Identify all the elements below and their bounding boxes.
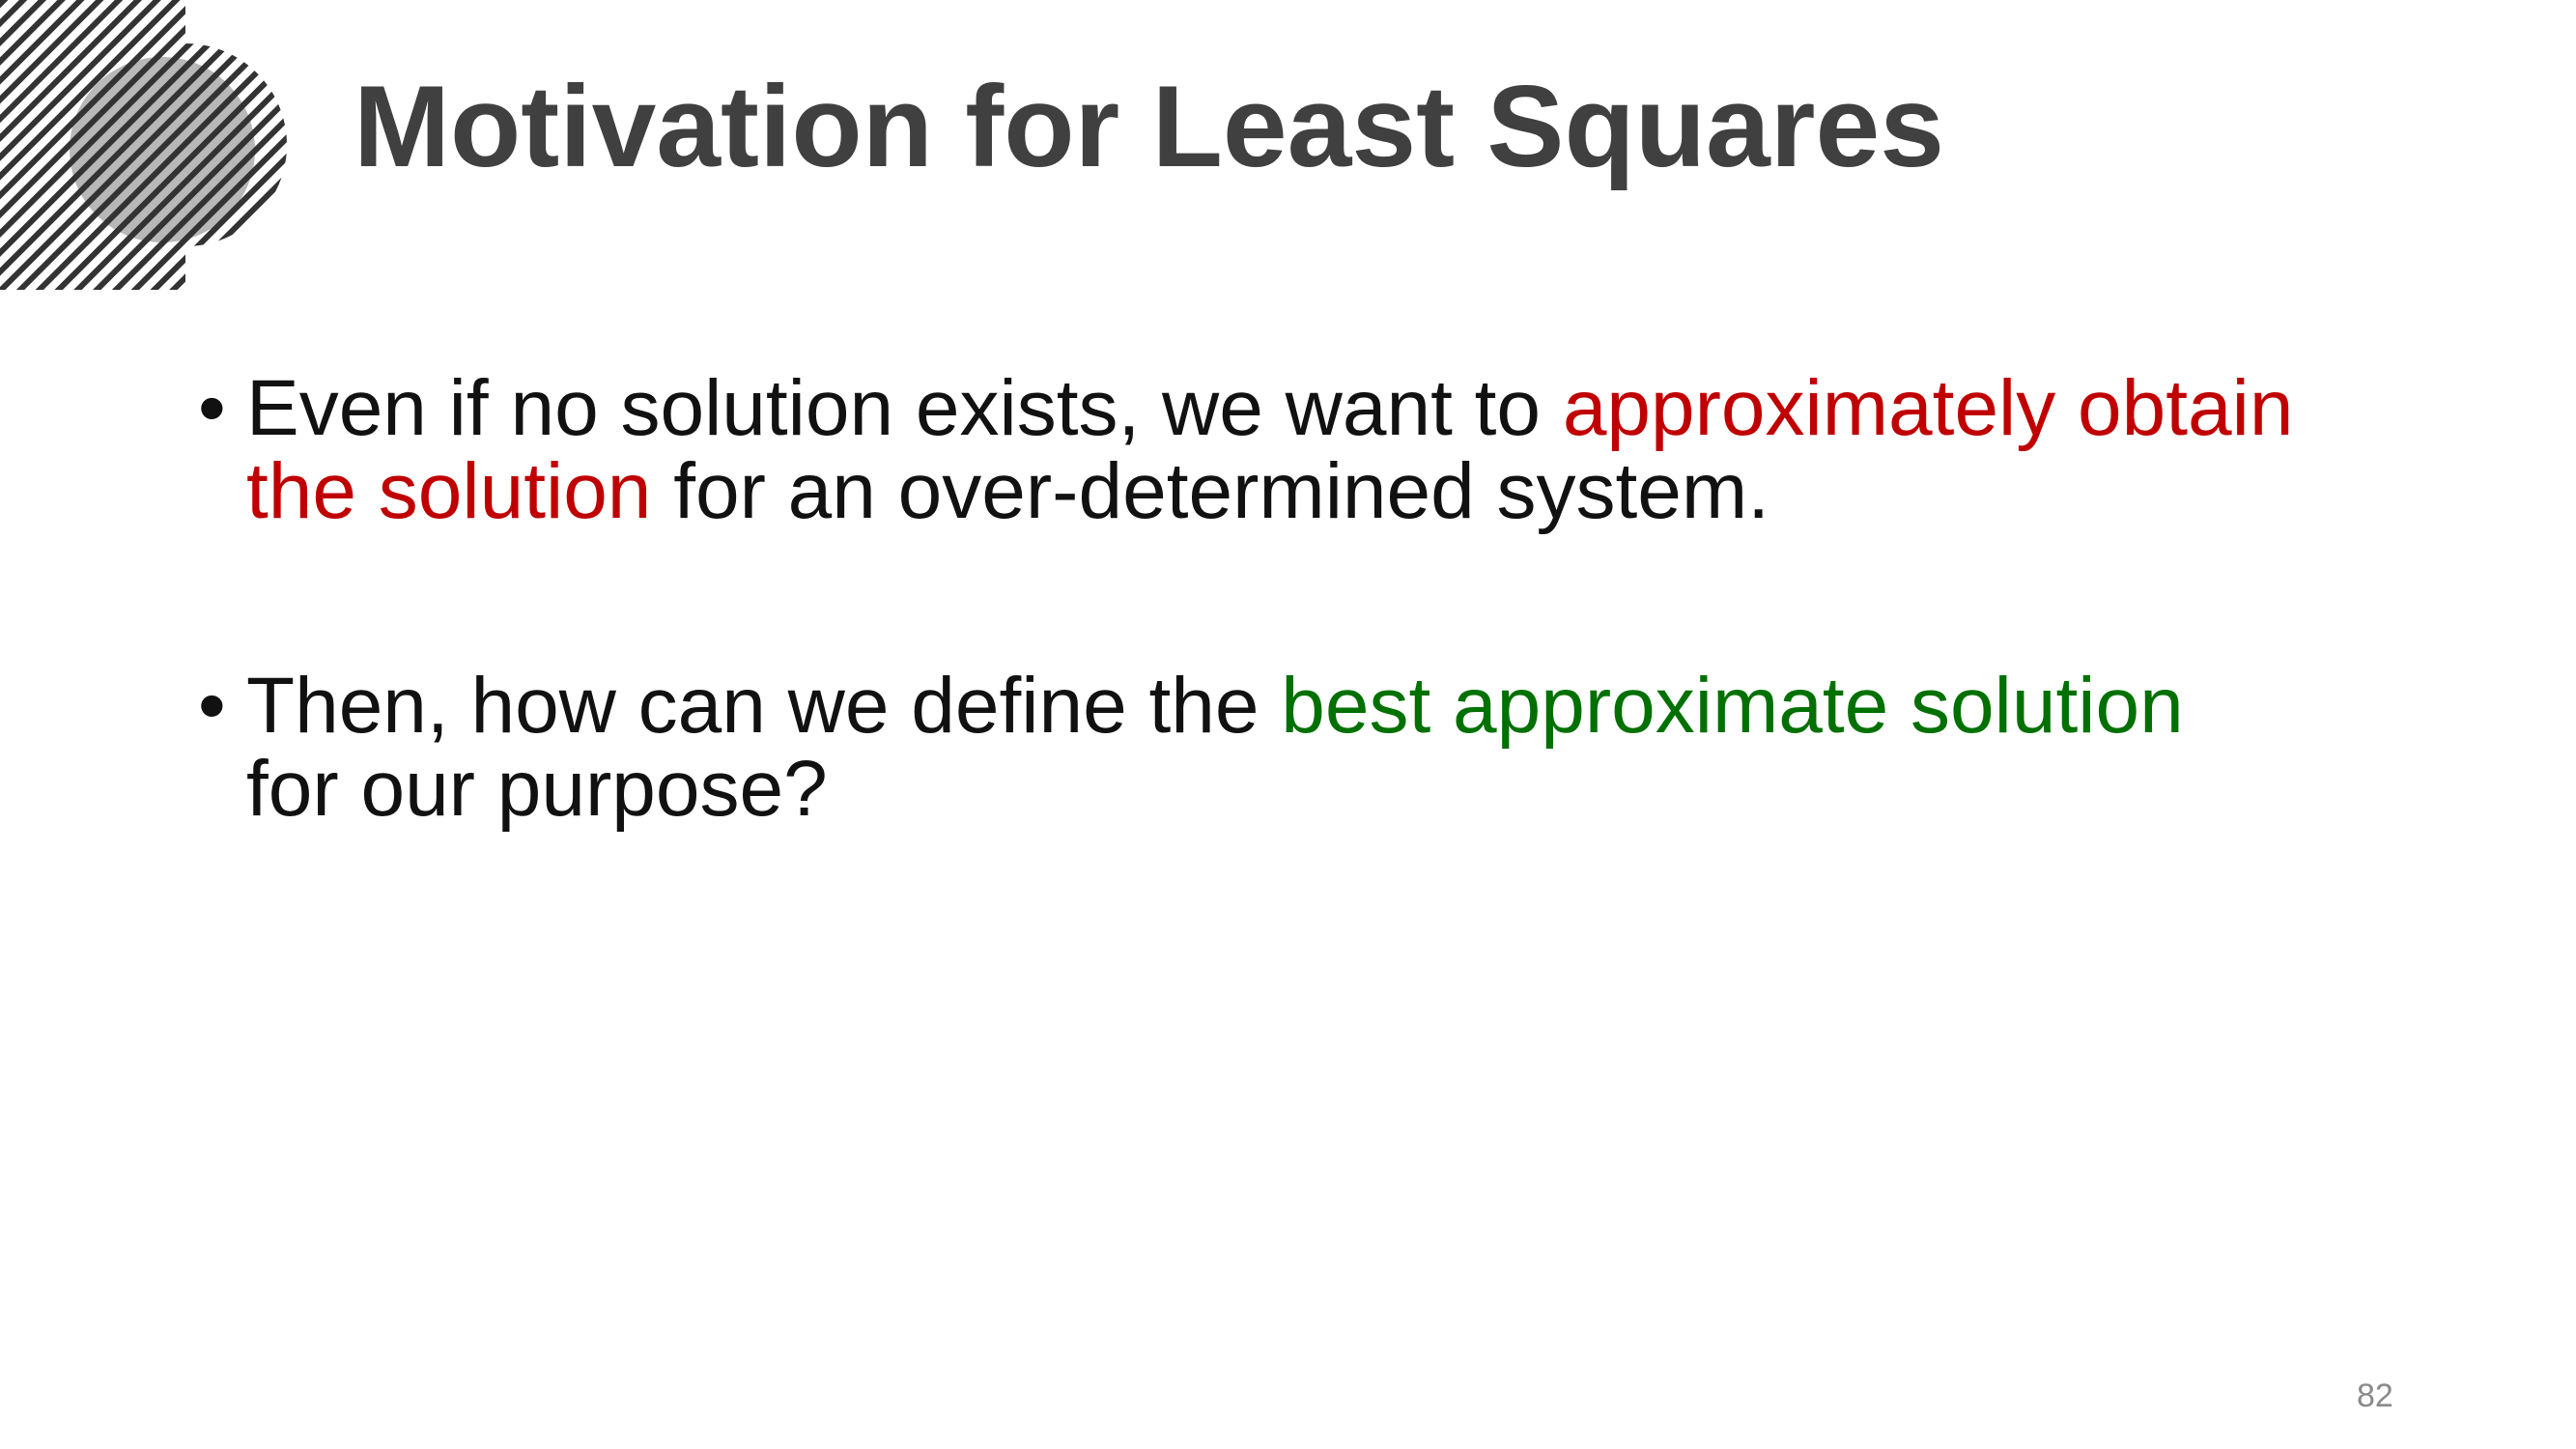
highlight-text: the solution — [246, 447, 652, 535]
bullet-text: for an over-determined system. — [651, 447, 1769, 535]
page-number: 82 — [2357, 1378, 2393, 1414]
bullet-line: for our purpose? — [246, 748, 2420, 831]
bullet-text: Then, how can we define the — [246, 662, 1282, 750]
bullet-line: the solution for an over-determined syst… — [246, 450, 2420, 533]
striped-circles-decoration — [0, 0, 287, 290]
bullet-item: • Then, how can we define the best appro… — [198, 665, 2420, 831]
bullet-text: Even if no solution exists, we want to — [246, 364, 1563, 452]
slide-title: Motivation for Least Squares — [354, 62, 1944, 191]
bullet-dot: • — [198, 662, 226, 750]
bullet-line: Then, how can we define the best approxi… — [246, 665, 2420, 748]
bullet-line: Even if no solution exists, we want to a… — [246, 367, 2420, 450]
bullet-list: • Even if no solution exists, we want to… — [198, 367, 2420, 831]
bullet-dot: • — [198, 364, 226, 452]
highlight-text: approximately obtain — [1562, 364, 2294, 452]
bullet-text: for our purpose? — [246, 745, 828, 833]
bullet-item: • Even if no solution exists, we want to… — [198, 367, 2420, 533]
highlight-text: best approximate solution — [1281, 662, 2184, 750]
